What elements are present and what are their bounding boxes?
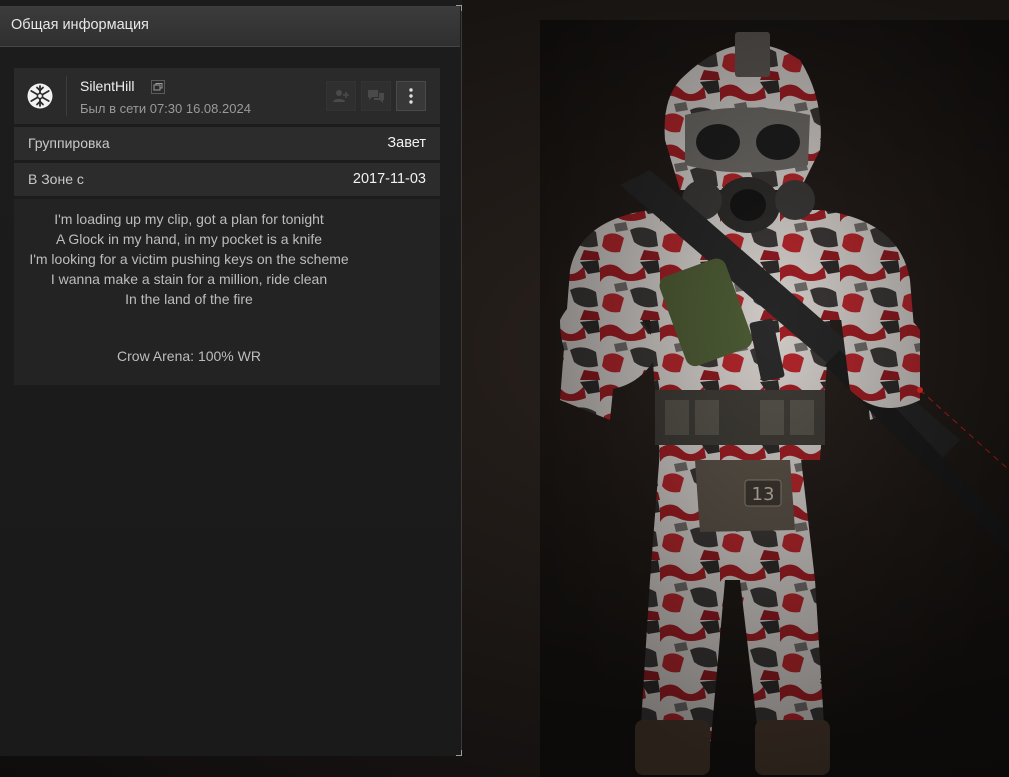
panel-header: Общая информация [0, 6, 460, 47]
snowflake-emblem-icon [27, 83, 53, 109]
faction-value: Завет [387, 135, 426, 151]
chat-icon [368, 90, 384, 103]
bio-line: I wanna make a stain for a million, ride… [50, 271, 328, 287]
copy-icon[interactable] [151, 80, 165, 94]
divider [66, 76, 67, 116]
zone-since-label: В Зоне с [28, 171, 84, 187]
zone-since-row: В Зоне с 2017-11-03 [14, 163, 440, 196]
player-nickname: SilentHill [80, 78, 135, 94]
bio-extra-line: Crow Arena: 100% WR [117, 348, 261, 364]
panel-title: Общая информация [11, 17, 149, 33]
bio-line: In the land of the fire [125, 291, 253, 307]
profile-card: SilentHill Был в сети 07:30 16.08.2024 [14, 68, 440, 124]
bio-line: I'm looking for a victim pushing keys on… [29, 251, 349, 267]
faction-row: Группировка Завет [14, 127, 440, 160]
bio-line: I'm loading up my clip, got a plan for t… [54, 211, 324, 227]
bio-text: I'm loading up my clip, got a plan for t… [14, 209, 364, 309]
zone-since-value: 2017-11-03 [352, 171, 426, 187]
more-vertical-icon [409, 88, 413, 104]
last-seen-text: Был в сети 07:30 16.08.2024 [80, 101, 251, 116]
bio-card: I'm loading up my clip, got a plan for t… [14, 199, 440, 385]
add-friend-icon [333, 90, 349, 102]
character-model: 13 [540, 20, 1009, 777]
more-options-button[interactable] [396, 81, 426, 111]
general-info-panel: Общая информация SilentHill Был в сети 0… [0, 0, 462, 756]
faction-label: Группировка [28, 135, 110, 151]
bio-line: A Glock in my hand, in my pocket is a kn… [55, 231, 323, 247]
panel-corner [456, 750, 462, 756]
message-button[interactable] [361, 81, 391, 111]
add-friend-button[interactable] [326, 81, 356, 111]
